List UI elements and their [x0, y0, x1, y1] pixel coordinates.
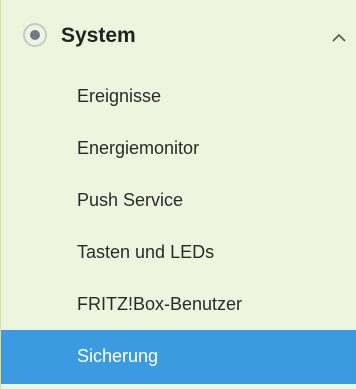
section-header-system[interactable]: System	[1, 14, 356, 64]
sidebar-item-label: Push Service	[77, 190, 184, 210]
sidebar-navigation: System Ereignisse Energiemonitor Push Se…	[0, 0, 356, 389]
section-title: System	[61, 24, 136, 47]
sidebar-item-label: Tasten und LEDs	[77, 242, 215, 262]
sidebar-item-tasten-und-leds[interactable]: Tasten und LEDs	[1, 226, 356, 278]
sidebar-item-label: Ereignisse	[77, 86, 162, 106]
sidebar-item-label: Energiemonitor	[77, 138, 200, 158]
chevron-up-icon[interactable]	[331, 30, 347, 46]
sidebar-item-sicherung[interactable]: Sicherung	[1, 330, 356, 384]
radio-dot-icon	[23, 23, 47, 47]
sidebar-item-ereignisse[interactable]: Ereignisse	[1, 70, 356, 122]
sidebar-item-fritzbox-benutzer[interactable]: FRITZ!Box-Benutzer	[1, 278, 356, 330]
sidebar-item-label: FRITZ!Box-Benutzer	[77, 294, 243, 314]
sidebar-item-label: Sicherung	[77, 346, 159, 366]
sidebar-item-energiemonitor[interactable]: Energiemonitor	[1, 122, 356, 174]
sidebar-item-push-service[interactable]: Push Service	[1, 174, 356, 226]
